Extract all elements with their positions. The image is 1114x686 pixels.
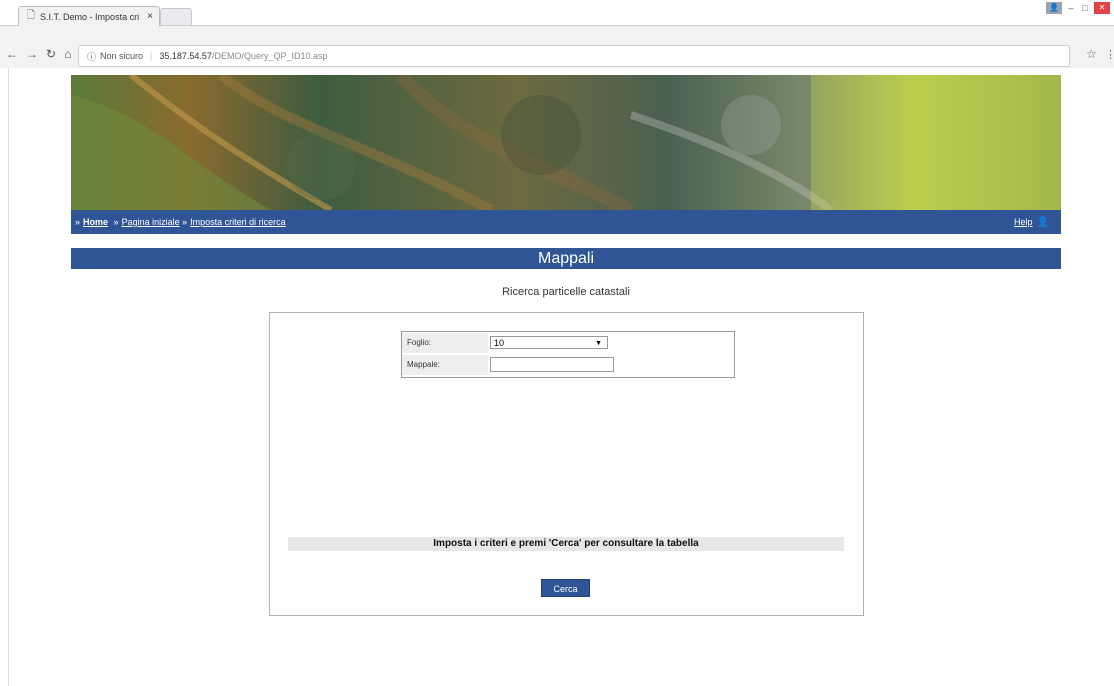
cerca-button[interactable]: Cerca bbox=[541, 579, 590, 597]
breadcrumb-link-imposta-criteri[interactable]: Imposta criteri di ricerca bbox=[190, 217, 286, 227]
breadcrumb-arrow-icon: » bbox=[182, 217, 188, 227]
dropdown-arrow-icon: ▼ bbox=[595, 340, 602, 347]
breadcrumb-arrow-icon: » bbox=[113, 217, 119, 227]
address-separator: | bbox=[150, 51, 153, 61]
document-icon: 🗋 bbox=[27, 10, 36, 21]
browser-tab[interactable]: 🗋 S.I.T. Demo - Imposta cri × bbox=[18, 6, 160, 26]
mappale-label: Mappale: bbox=[402, 355, 488, 375]
instruction-message: Imposta i criteri e premi 'Cerca' per co… bbox=[288, 537, 844, 551]
nav-buttons: ← → ↻ ⌂ bbox=[6, 47, 71, 61]
criteria-table: Foglio: 10 ▼ Mappale: bbox=[401, 331, 735, 378]
criteria-row-mappale: Mappale: bbox=[402, 355, 734, 375]
browser-menu-icon[interactable]: ⋮ bbox=[1105, 48, 1114, 61]
security-status[interactable]: Non sicuro bbox=[100, 51, 143, 61]
help-link[interactable]: Help bbox=[1014, 217, 1033, 227]
maximize-icon[interactable]: □ bbox=[1080, 3, 1090, 13]
criteria-row-foglio: Foglio: 10 ▼ bbox=[402, 333, 734, 353]
foglio-selected-value: 10 bbox=[494, 338, 505, 348]
help-person-icon[interactable]: 👤 bbox=[1037, 217, 1049, 228]
url-host: 35.187.54.57 bbox=[159, 51, 212, 61]
page-subtitle: Ricerca particelle catastali bbox=[502, 286, 630, 298]
info-icon[interactable]: ⓘ bbox=[87, 50, 96, 63]
home-icon[interactable]: ⌂ bbox=[64, 47, 71, 61]
breadcrumb-home-link[interactable]: Home bbox=[83, 217, 108, 227]
breadcrumb-arrow-icon: » bbox=[75, 217, 81, 227]
mappale-input[interactable] bbox=[490, 357, 614, 372]
help-link-container: Help 👤 bbox=[1014, 217, 1049, 228]
back-icon[interactable]: ← bbox=[6, 47, 18, 61]
page-title: Mappali bbox=[71, 248, 1061, 269]
foglio-label: Foglio: bbox=[402, 333, 488, 353]
window-left-edge bbox=[8, 68, 9, 686]
address-bar[interactable]: ⓘ Non sicuro | 35.187.54.57 /DEMO/Query_… bbox=[78, 45, 1070, 67]
window-controls: 👤 – □ ✕ bbox=[1046, 2, 1110, 14]
search-form-panel: Foglio: 10 ▼ Mappale: Imposta i criteri … bbox=[269, 312, 864, 616]
header-banner-image bbox=[71, 75, 1061, 210]
tab-strip: 🗋 S.I.T. Demo - Imposta cri × 👤 – □ ✕ bbox=[0, 0, 1114, 26]
url-path: /DEMO/Query_QP_ID10.asp bbox=[211, 51, 328, 61]
new-tab-button[interactable] bbox=[160, 8, 192, 25]
minimize-icon[interactable]: – bbox=[1066, 3, 1076, 13]
breadcrumb-bar: » Home » Pagina iniziale » Imposta criteri … bbox=[71, 210, 1061, 234]
close-window-icon[interactable]: ✕ bbox=[1094, 2, 1110, 14]
tab-close-icon[interactable]: × bbox=[147, 11, 153, 22]
breadcrumb: » Home » Pagina iniziale » Imposta criteri … bbox=[75, 217, 286, 227]
reload-icon[interactable]: ↻ bbox=[46, 47, 56, 61]
bookmark-star-icon[interactable]: ☆ bbox=[1086, 47, 1097, 61]
foglio-select[interactable]: 10 ▼ bbox=[490, 336, 608, 349]
breadcrumb-link-pagina-iniziale[interactable]: Pagina iniziale bbox=[122, 217, 180, 227]
forward-icon[interactable]: → bbox=[26, 47, 38, 61]
user-icon[interactable]: 👤 bbox=[1046, 2, 1062, 14]
tab-title: S.I.T. Demo - Imposta cri bbox=[40, 11, 140, 22]
